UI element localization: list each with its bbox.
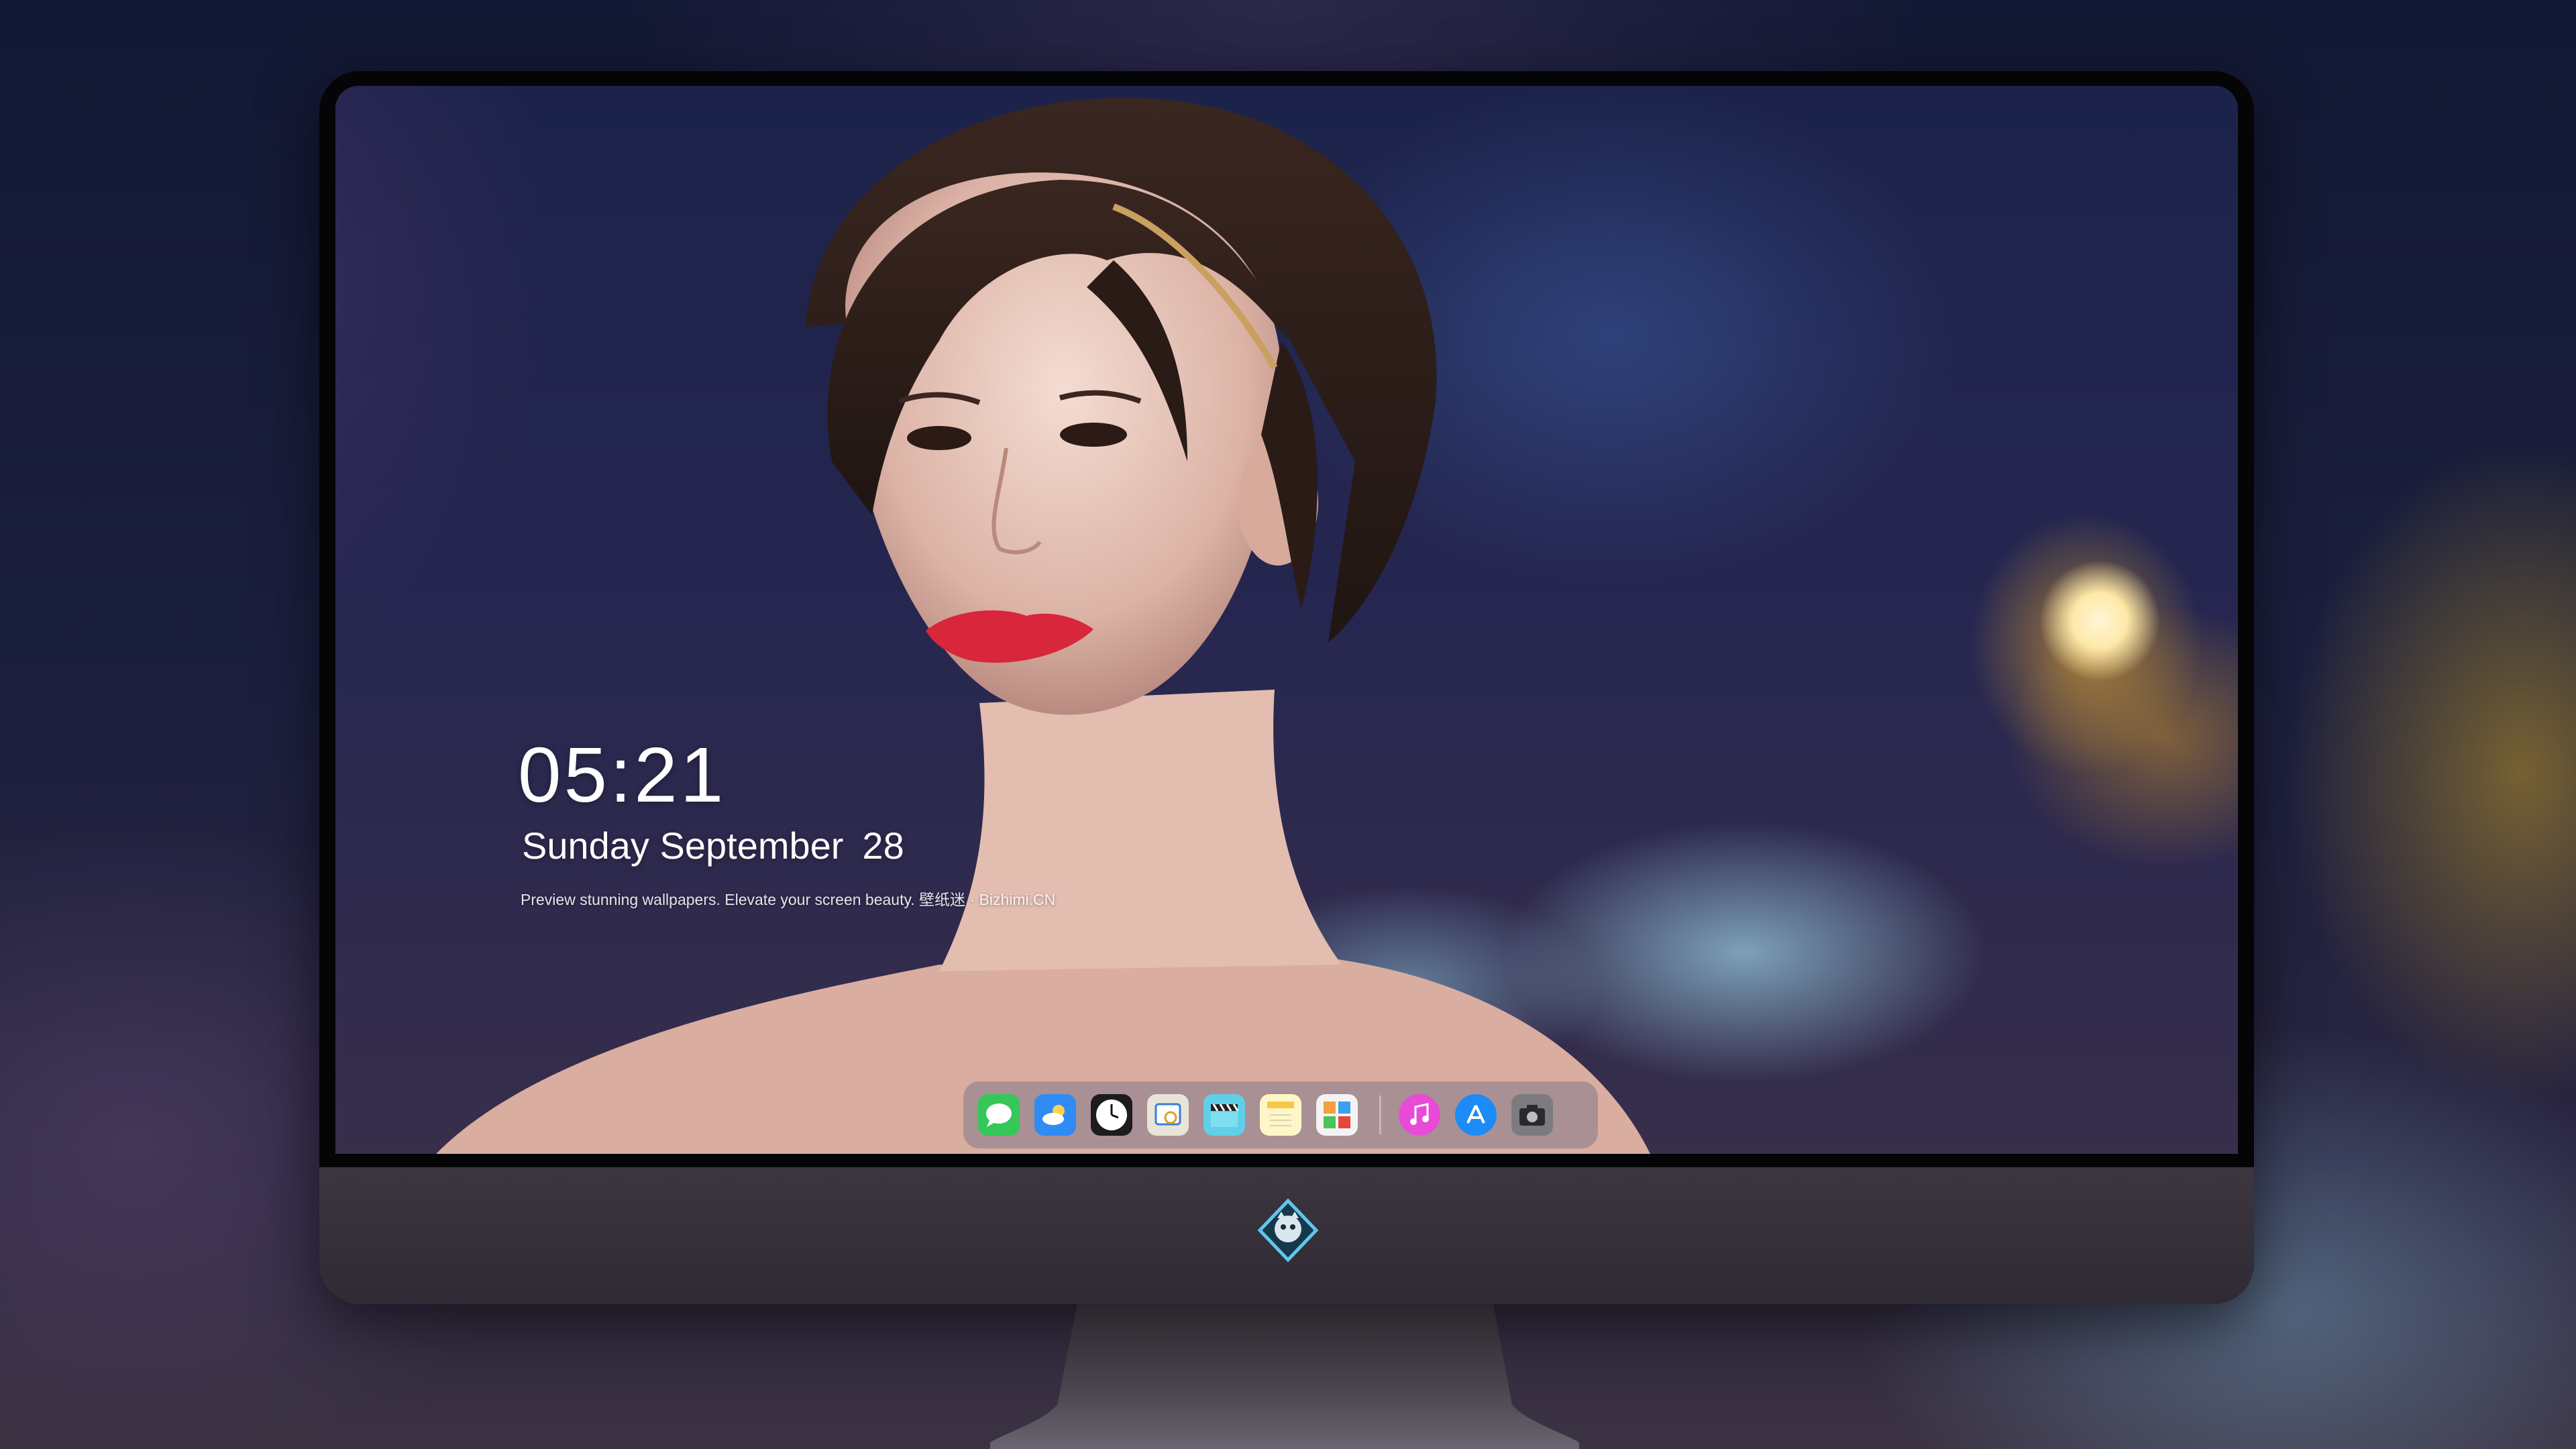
camera-icon[interactable]	[1511, 1094, 1553, 1136]
dock-separator	[1379, 1095, 1381, 1134]
wallpaper-portrait	[436, 97, 1650, 1154]
monitor-screen: 05:21 Sunday September 28 Preview stunnin…	[335, 86, 2238, 1154]
notes-icon[interactable]	[1260, 1094, 1301, 1136]
video-editor-icon[interactable]	[1203, 1094, 1245, 1136]
weekday-month: Sunday September	[522, 824, 844, 867]
app-store-icon[interactable]	[1455, 1094, 1497, 1136]
clock-icon[interactable]	[1091, 1094, 1132, 1136]
messages-icon[interactable]	[978, 1094, 1020, 1136]
photos-grid-icon[interactable]	[1316, 1094, 1358, 1136]
day-number: 28	[862, 824, 904, 867]
lock-screen-clock: 05:21	[518, 731, 727, 818]
music-icon[interactable]	[1399, 1094, 1440, 1136]
wallpaper-tagline: Preview stunning wallpapers. Elevate you…	[521, 891, 1056, 908]
lock-screen-date: Sunday September 28	[522, 824, 904, 867]
preview-icon[interactable]	[1147, 1094, 1189, 1136]
monitor-stand	[990, 1304, 1579, 1449]
brand-logo-icon	[1257, 1198, 1319, 1263]
app-dock	[963, 1081, 1598, 1148]
weather-icon[interactable]	[1034, 1094, 1076, 1136]
